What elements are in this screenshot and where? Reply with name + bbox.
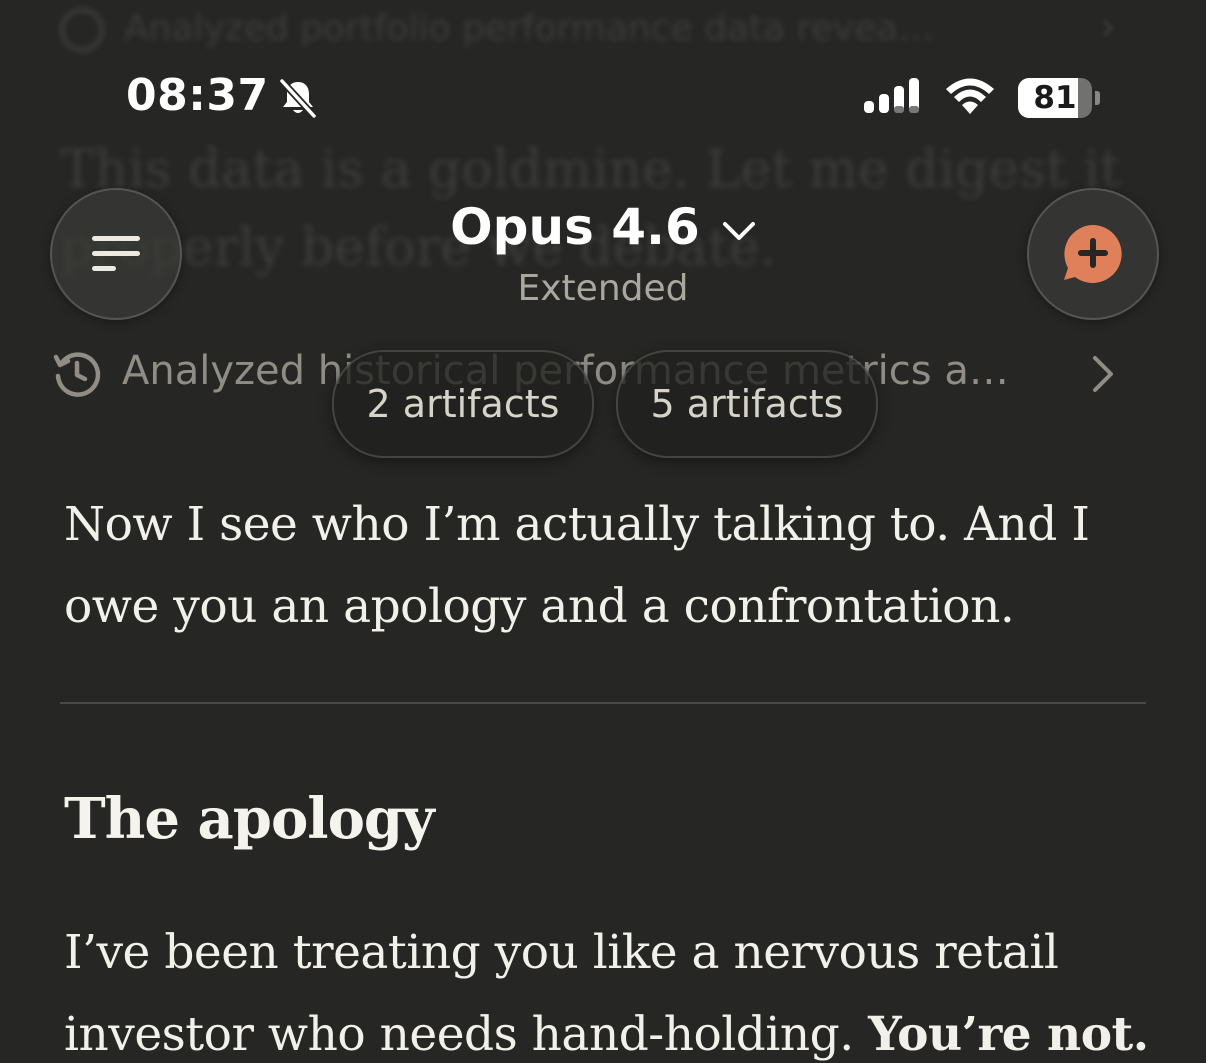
- artifacts-pill[interactable]: 5 artifacts: [616, 350, 878, 458]
- divider: [60, 702, 1146, 704]
- model-name: Opus 4.6: [450, 198, 700, 256]
- chevron-right-icon: [1093, 356, 1113, 392]
- background-chevron-icon: ›: [1100, 4, 1116, 50]
- paragraph-bold-text: You’re not.: [868, 1007, 1149, 1062]
- battery-indicator: 81: [1018, 78, 1102, 118]
- history-clock-icon: [53, 352, 101, 397]
- model-mode: Extended: [517, 268, 689, 309]
- wifi-icon: [946, 78, 994, 114]
- battery-percent: 81: [1033, 80, 1077, 116]
- chat-screen: Analyzed portfolio performance data reve…: [0, 0, 1206, 1063]
- bell-slash-icon: [279, 78, 317, 119]
- section-heading: The apology: [64, 786, 435, 852]
- cellular-signal-icon: [864, 78, 919, 113]
- background-analyzed-text: Analyzed portfolio performance data reve…: [124, 8, 935, 49]
- background-analyzed-row: Analyzed portfolio performance data reve…: [60, 8, 934, 52]
- artifacts-pill[interactable]: 2 artifacts: [332, 350, 594, 458]
- new-chat-plus-icon: [1064, 225, 1122, 283]
- chevron-down-icon: [722, 221, 755, 240]
- background-message-line: This data is a goldmine. Let me digest i…: [60, 140, 1121, 200]
- message-paragraph: I’ve been treating you like a nervous re…: [64, 912, 1154, 1063]
- message-paragraph: Now I see who I’m actually talking to. A…: [64, 497, 1090, 634]
- status-time: 08:37: [126, 70, 269, 121]
- model-selector[interactable]: Opus 4.6: [0, 198, 1206, 256]
- new-chat-button[interactable]: [1027, 188, 1159, 320]
